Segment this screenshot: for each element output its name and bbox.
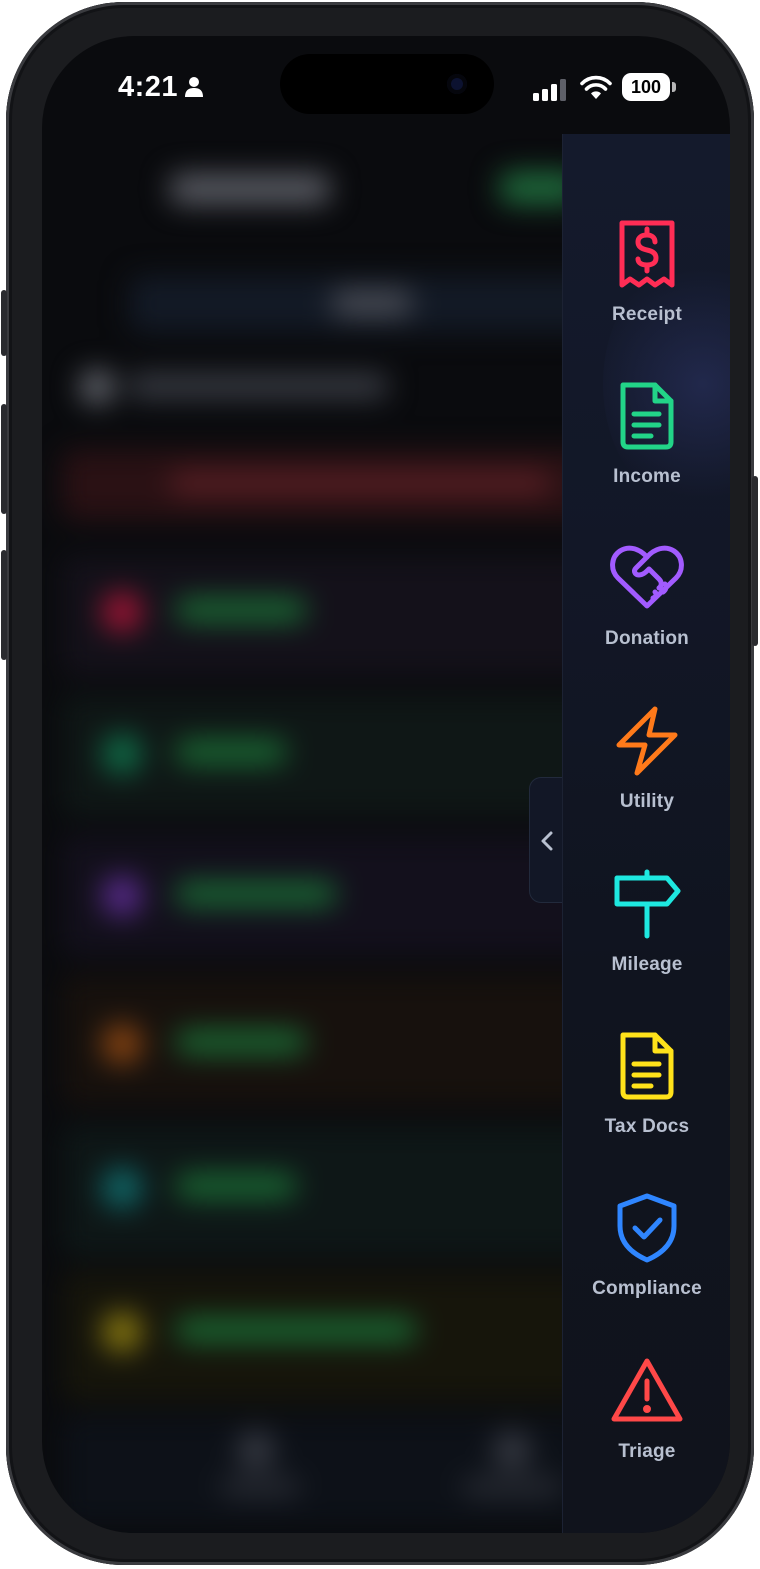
tax-document-icon [620,1032,674,1100]
action-triage-label: Triage [618,1441,676,1462]
action-donation-label: Donation [605,628,689,649]
battery-indicator: 100 [622,73,676,101]
warning-triangle-icon [611,1358,683,1422]
action-compliance-label: Compliance [592,1278,702,1299]
action-utility-label: Utility [619,791,675,812]
collapse-rail-button[interactable] [529,777,563,903]
action-utility[interactable]: Utility [563,705,730,845]
person-icon [185,77,203,97]
action-tax-docs-label: Tax Docs [604,1116,690,1137]
quick-action-rail: Receipt Income Donation Utility Mileage … [562,134,730,1533]
wifi-icon [580,75,612,99]
action-receipt[interactable]: Receipt [563,218,730,358]
front-camera [447,74,467,94]
power-button [752,476,758,646]
action-income[interactable]: Income [563,380,730,520]
heart-handshake-icon [610,545,684,609]
action-button [1,290,7,356]
action-tax-docs[interactable]: Tax Docs [563,1030,730,1170]
cellular-signal-icon [533,79,566,101]
action-income-label: Income [613,466,681,487]
action-receipt-label: Receipt [611,304,683,325]
status-time: 4:21 [118,71,179,103]
action-compliance[interactable]: Compliance [563,1192,730,1332]
action-donation[interactable]: Donation [563,542,730,682]
receipt-dollar-icon [619,220,675,288]
battery-tip [672,82,676,92]
battery-level: 100 [622,73,670,101]
chevron-left-icon [541,831,553,851]
volume-down-button [1,550,7,660]
action-triage[interactable]: Triage [563,1355,730,1495]
status-bar: 4:21 100 [42,36,730,136]
action-mileage[interactable]: Mileage [563,868,730,1008]
phone-frame: 4:21 100 Receipt Income Donation Utility… [1,2,758,1565]
lightning-bolt-icon [616,706,678,776]
volume-up-button [1,404,7,514]
signpost-icon [614,869,681,939]
document-lines-icon [620,382,674,450]
shield-check-icon [617,1193,677,1263]
screen: 4:21 100 Receipt Income Donation Utility… [42,36,730,1533]
action-mileage-label: Mileage [611,954,683,975]
